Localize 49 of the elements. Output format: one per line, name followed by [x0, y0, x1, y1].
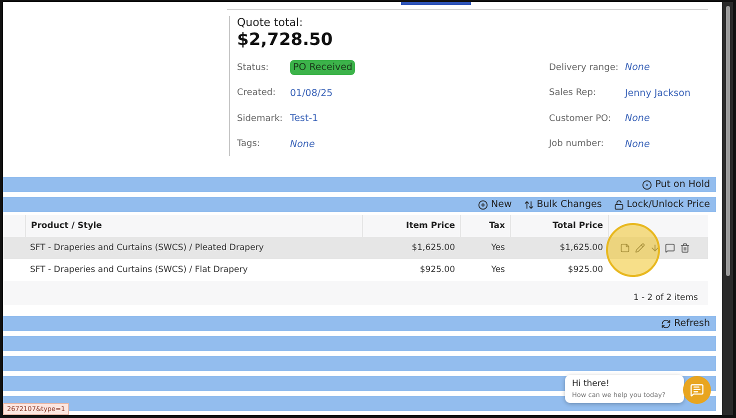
active-tab-indicator [401, 2, 471, 5]
field-label: Delivery range: [549, 62, 620, 73]
table-row[interactable]: SFT - Draperies and Curtains (SWCS) / Pleated Drapery $1,625.00 Yes $1,625.00 [3, 237, 708, 259]
refresh-button[interactable]: Refresh [661, 318, 710, 329]
toolbar-button[interactable]: Bulk Changes [524, 199, 602, 210]
highlight-circle [606, 223, 660, 277]
field-label: Sidemark: [237, 114, 284, 124]
table-cell-text: SFT - Draperies and Curtains (SWCS) / Pleated Drapery [29, 243, 265, 253]
comment-icon[interactable] [665, 243, 675, 253]
delete-icon[interactable] [680, 243, 690, 253]
table-row[interactable]: SFT - Draperies and Curtains (SWCS) / Flat Drapery $925.00 Yes $925.00 [3, 259, 708, 281]
table-cell-text: $925.00 [566, 265, 604, 275]
scrollbar[interactable] [722, 2, 733, 415]
toolbar-button[interactable]: New [478, 199, 512, 210]
field-value[interactable]: 01/08/25 [290, 88, 333, 99]
table-cell-text: Yes [490, 243, 506, 253]
lock-icon [614, 200, 624, 210]
edit-icon[interactable] [635, 243, 645, 253]
field-value[interactable]: Jenny Jackson [625, 88, 690, 99]
put-on-hold-button[interactable]: Put on Hold [642, 179, 710, 190]
field-label: Job number: [549, 139, 605, 150]
table-cell-text: $1,625.00 [558, 243, 604, 253]
arrow-down-icon[interactable] [650, 243, 660, 253]
chat-greeting: Hi there! [572, 379, 610, 389]
field-label: Customer PO: [549, 114, 612, 124]
note-icon[interactable] [620, 243, 630, 253]
field-value[interactable]: Test-1 [290, 113, 318, 124]
pager-info: 1 - 2 of 2 items [633, 293, 698, 303]
toolbar-button[interactable]: Lock/Unlock Price [614, 199, 710, 210]
field-label: Created: [237, 88, 277, 98]
quote-total: $2,728.50 [237, 30, 334, 50]
status-badge: PO Received [290, 60, 356, 76]
field-value: None [625, 113, 650, 124]
table-cell-text: SFT - Draperies and Curtains (SWCS) / Flat Drapery [29, 265, 249, 275]
refresh-icon [661, 318, 672, 328]
chat-icon [690, 383, 704, 397]
hold-icon [642, 180, 652, 190]
quote-total-label: Quote total: [237, 16, 304, 29]
plus-icon [478, 200, 488, 210]
field-value: None [625, 62, 650, 74]
swap-arrows-icon [524, 200, 534, 210]
field-value: None [290, 138, 315, 150]
table-cell-text: $925.00 [418, 265, 456, 275]
field-label: Tags: [237, 139, 261, 150]
field-label: Status: [237, 62, 270, 73]
field-value: None [625, 138, 650, 150]
field-label: Sales Rep: [549, 88, 597, 98]
table-cell-text: Yes [490, 265, 506, 275]
table-cell-text: $1,625.00 [410, 243, 456, 253]
